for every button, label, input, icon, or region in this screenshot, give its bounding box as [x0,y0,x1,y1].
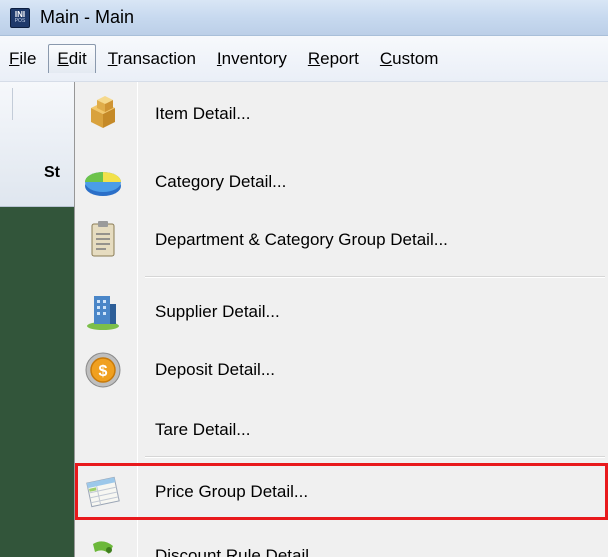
highlight-annotation [75,463,608,520]
menu-item-label: Supplier Detail... [155,302,280,321]
menu-report[interactable]: Report [299,44,368,74]
menu-item-label: Discount Rule Detail... [155,546,324,557]
menu-item-department-category-group-detail[interactable]: Department & Category Group Detail... [75,212,608,268]
menu-inventory[interactable]: Inventory [208,44,296,74]
boxes-icon [81,92,125,136]
menu-item-supplier-detail[interactable]: Supplier Detail... [75,284,608,340]
menu-item-deposit-detail[interactable]: $ Deposit Detail... [75,342,608,398]
menu-item-label: Category Detail... [155,172,287,191]
menu-item-label: Department & Category Group Detail... [155,230,448,249]
menu-item-discount-rule-detail[interactable]: Discount Rule Detail... [75,528,608,557]
menu-item-category-detail[interactable]: Category Detail... [75,154,608,210]
menu-item-label: Item Detail... [155,104,251,123]
content-panel [0,207,74,557]
svg-text:$: $ [99,363,108,380]
title-bar: INI POS Main - Main [0,0,608,36]
menu-custom[interactable]: Custom [371,44,448,74]
menu-separator [145,276,605,278]
window-title: Main - Main [40,7,135,27]
toolbar-button-label[interactable]: St [44,164,60,182]
menu-bar: File Edit Transaction Inventory Report C… [0,36,608,82]
menu-separator [145,456,605,458]
edit-dropdown-menu: Item Detail... Category Detail... Depart… [74,82,608,557]
menu-item-label: Tare Detail... [155,420,251,439]
menu-edit[interactable]: Edit [48,44,96,73]
menu-item-tare-detail[interactable]: Tare Detail... [75,402,608,458]
discount-icon [81,534,125,557]
menu-item-item-detail[interactable]: Item Detail... [75,86,608,142]
menu-transaction[interactable]: Transaction [99,44,205,74]
building-icon [81,290,125,334]
menu-file[interactable]: File [0,44,45,74]
app-logo-icon: INI POS [10,7,30,28]
menu-item-label: Deposit Detail... [155,360,275,379]
toolbar: St [0,82,74,207]
toolbar-separator [12,88,13,120]
clipboard-icon [81,218,125,262]
main-window-background: St [0,82,74,557]
coin-icon: $ [81,348,125,392]
pie-chart-icon [81,160,125,204]
